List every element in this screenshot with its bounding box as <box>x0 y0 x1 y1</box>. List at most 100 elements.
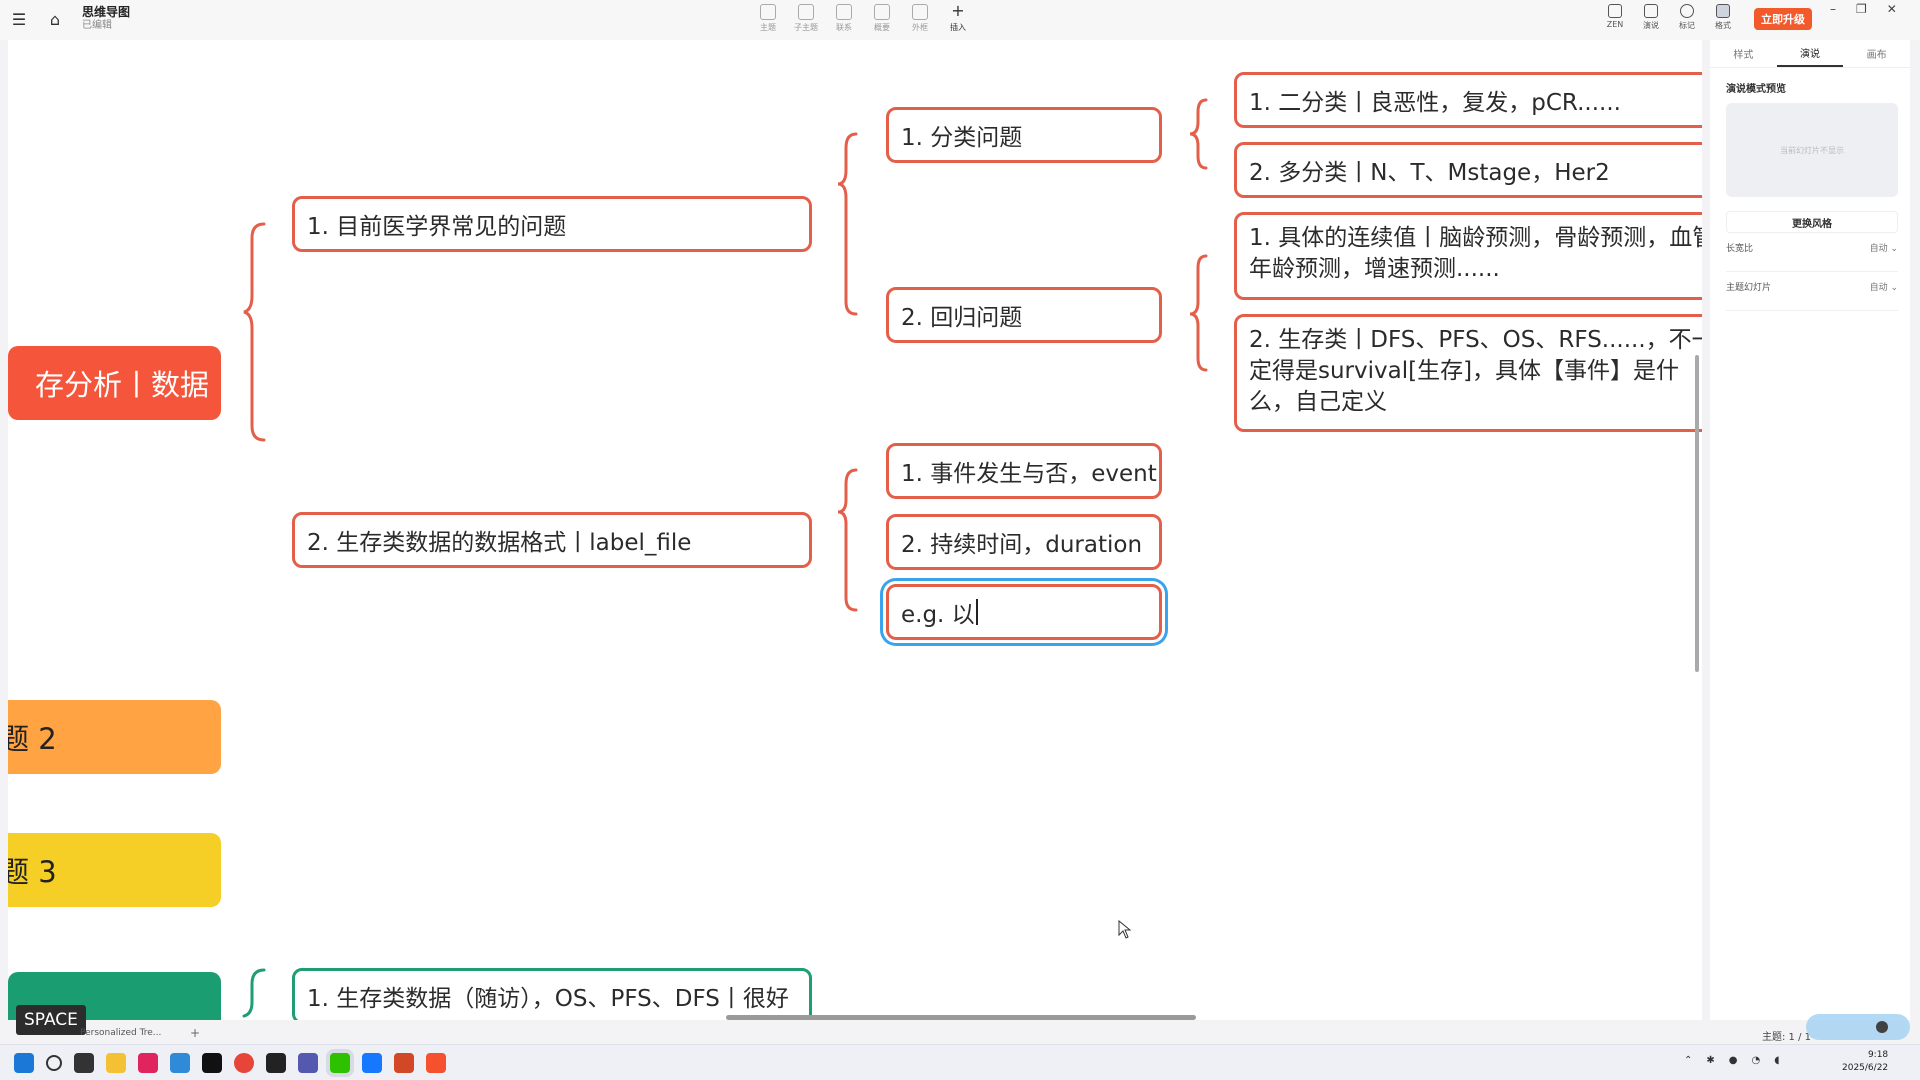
search-icon[interactable] <box>46 1055 62 1071</box>
chevron-down-icon: ⌄ <box>1890 243 1898 254</box>
topic-data-format[interactable]: 2. 生存类数据的数据格式丨label_file <box>292 512 812 568</box>
zen-icon <box>1608 4 1622 18</box>
microphone-icon[interactable]: ● <box>1729 1055 1738 1066</box>
document-title[interactable]: 思维导图 已编辑 <box>82 6 130 32</box>
zen-button[interactable]: ZEN <box>1604 4 1626 29</box>
root-topic-3[interactable]: 题 3 <box>8 833 221 907</box>
sheet-tab[interactable]: Personalized Tre... <box>80 1028 172 1040</box>
topic-count: 主题: 1 / 1 <box>1762 1032 1811 1043</box>
topic-survival-data[interactable]: 1. 生存类数据（随访），OS、PFS、DFS丨很好 <box>292 968 812 1020</box>
summary-button[interactable]: 概要 <box>870 4 894 33</box>
marker-button[interactable]: 标记 <box>1676 4 1698 31</box>
input-method-widget[interactable] <box>1806 1014 1910 1040</box>
app-meeting-icon[interactable] <box>362 1053 382 1073</box>
mouse-pointer-icon <box>1118 920 1132 939</box>
tab-pitch[interactable]: 演说 <box>1776 40 1844 67</box>
powerpoint-icon[interactable] <box>394 1053 414 1073</box>
tab-style[interactable]: 样式 <box>1710 40 1777 67</box>
topic-example-editing[interactable]: e.g. 以 <box>886 584 1162 640</box>
file-explorer-icon[interactable] <box>106 1053 126 1073</box>
topic-multiclass[interactable]: 2. 多分类丨N、T、Mstage，Her2 <box>1234 142 1702 198</box>
app-send-icon[interactable] <box>170 1053 190 1073</box>
wifi-icon[interactable]: ◔ <box>1752 1055 1761 1066</box>
section-title: 演说模式预览 <box>1726 84 1786 95</box>
topic-button[interactable]: 主题 <box>756 4 780 33</box>
boundary-button[interactable]: 外框 <box>908 4 932 33</box>
insert-icon: + <box>951 1 965 20</box>
format-button[interactable]: 格式 <box>1712 4 1734 31</box>
chevron-up-icon[interactable]: ⌃ <box>1684 1055 1692 1066</box>
theme-slide-label: 主题幻灯片 <box>1726 282 1772 293</box>
preview-placeholder: 当前幻灯片不显示 <box>1780 145 1844 155</box>
chrome-icon[interactable] <box>234 1053 254 1073</box>
root-topic-2[interactable]: 题 2 <box>8 700 221 774</box>
clock-time: 9:18 <box>1867 1050 1889 1060</box>
pycharm-icon[interactable] <box>202 1053 222 1073</box>
app-title: 思维导图 <box>82 5 131 19</box>
format-panel: 样式 演说 画布 演说模式预览 当前幻灯片不显示 更换风格 长宽比 自动 ⌄ 主… <box>1710 40 1910 1020</box>
topic-regression[interactable]: 2. 回归问题 <box>886 287 1162 343</box>
relationship-icon <box>836 4 852 20</box>
relationship-button[interactable]: 联系 <box>832 4 856 33</box>
menu-icon[interactable]: ☰ <box>10 10 28 29</box>
mindmap-canvas[interactable]: 存分析丨数据 题 2 题 3 1. 目前医学界常见的问题 2. 生存类数据的数据… <box>8 40 1702 1020</box>
terminal-icon[interactable] <box>266 1053 286 1073</box>
root-topic-label: 题 3 <box>8 855 57 889</box>
aspect-ratio-select[interactable]: 自动 ⌄ <box>1870 241 1898 254</box>
os-taskbar: ⌃ ✱ ● ◔ ◖ 9:18 2025/6/22 <box>0 1044 1920 1080</box>
task-view-icon[interactable] <box>74 1053 94 1073</box>
upgrade-button[interactable]: 立即升级 <box>1754 8 1812 30</box>
theme-slide-select[interactable]: 自动 ⌄ <box>1870 280 1898 293</box>
window-controls: – ❐ ✕ <box>1830 2 1897 16</box>
vertical-scrollbar[interactable] <box>1695 355 1699 672</box>
change-style-button[interactable]: 更换风格 <box>1726 211 1898 233</box>
topic-binary-classification[interactable]: 1. 二分类丨良恶性，复发，pCR...... <box>1234 72 1702 128</box>
chevron-down-icon: ⌄ <box>1890 282 1898 293</box>
close-icon[interactable]: ✕ <box>1887 2 1897 16</box>
clock-date: 2025/6/22 <box>1842 1063 1889 1073</box>
maximize-icon[interactable]: ❐ <box>1856 2 1867 16</box>
root-topic-1[interactable]: 存分析丨数据 <box>8 346 221 420</box>
title-bar: ☰ ⌂ 思维导图 已编辑 主题 子主题 联系 概要 外框 + 插入 ZEN 演说 … <box>0 0 1920 40</box>
aspect-ratio-label: 长宽比 <box>1726 243 1754 254</box>
subtopic-button[interactable]: 子主题 <box>794 4 818 33</box>
format-panel-icon <box>1716 4 1730 18</box>
xmind-icon[interactable] <box>426 1053 446 1073</box>
root-topic-label: 存分析丨数据 <box>34 368 209 402</box>
topic-common-problems[interactable]: 1. 目前医学界常见的问题 <box>292 196 812 252</box>
topic-event[interactable]: 1. 事件发生与否，event <box>886 443 1162 499</box>
slide-preview: 当前幻灯片不显示 <box>1726 103 1898 197</box>
toolbar: 主题 子主题 联系 概要 外框 + 插入 <box>756 1 970 33</box>
topic-icon <box>760 4 776 20</box>
app-arrow-icon[interactable] <box>138 1053 158 1073</box>
topic-classification[interactable]: 1. 分类问题 <box>886 107 1162 163</box>
app-blue-icon[interactable] <box>298 1053 318 1073</box>
theme-slide-row: 主题幻灯片 自动 ⌄ <box>1726 283 1898 311</box>
view-tools: ZEN 演说 标记 格式 <box>1604 4 1734 31</box>
clock[interactable]: 9:18 2025/6/22 <box>1842 1049 1888 1075</box>
root-topic-label: 题 2 <box>8 722 57 756</box>
minimize-icon[interactable]: – <box>1830 2 1836 16</box>
pitch-button[interactable]: 演说 <box>1640 4 1662 31</box>
summary-icon <box>874 4 890 20</box>
text-caret <box>975 599 978 625</box>
topic-survival-type[interactable]: 2. 生存类丨DFS、PFS、OS、RFS......，不一定得是surviva… <box>1234 314 1702 432</box>
aspect-ratio-row: 长宽比 自动 ⌄ <box>1726 244 1898 272</box>
add-sheet-icon[interactable]: + <box>190 1026 200 1040</box>
insert-button[interactable]: + 插入 <box>946 1 970 33</box>
system-tray: ⌃ ✱ ● ◔ ◖ <box>1684 1055 1780 1066</box>
home-icon[interactable]: ⌂ <box>46 10 64 29</box>
save-status: 已编辑 <box>82 20 112 31</box>
start-icon[interactable] <box>14 1053 34 1073</box>
boundary-icon <box>912 4 928 20</box>
bluetooth-icon[interactable]: ✱ <box>1706 1055 1714 1066</box>
panel-tabs: 样式 演说 画布 <box>1710 40 1910 68</box>
topic-continuous-value[interactable]: 1. 具体的连续值丨脑龄预测，骨龄预测，血管年龄预测，增速预测...... <box>1234 212 1702 300</box>
topic-duration[interactable]: 2. 持续时间，duration <box>886 514 1162 570</box>
subtopic-icon <box>798 4 814 20</box>
volume-icon[interactable]: ◖ <box>1774 1055 1779 1066</box>
tab-canvas[interactable]: 画布 <box>1843 40 1910 67</box>
key-hint-badge: SPACE <box>16 1005 86 1035</box>
pitch-icon <box>1644 4 1658 18</box>
wechat-icon[interactable] <box>330 1053 350 1073</box>
